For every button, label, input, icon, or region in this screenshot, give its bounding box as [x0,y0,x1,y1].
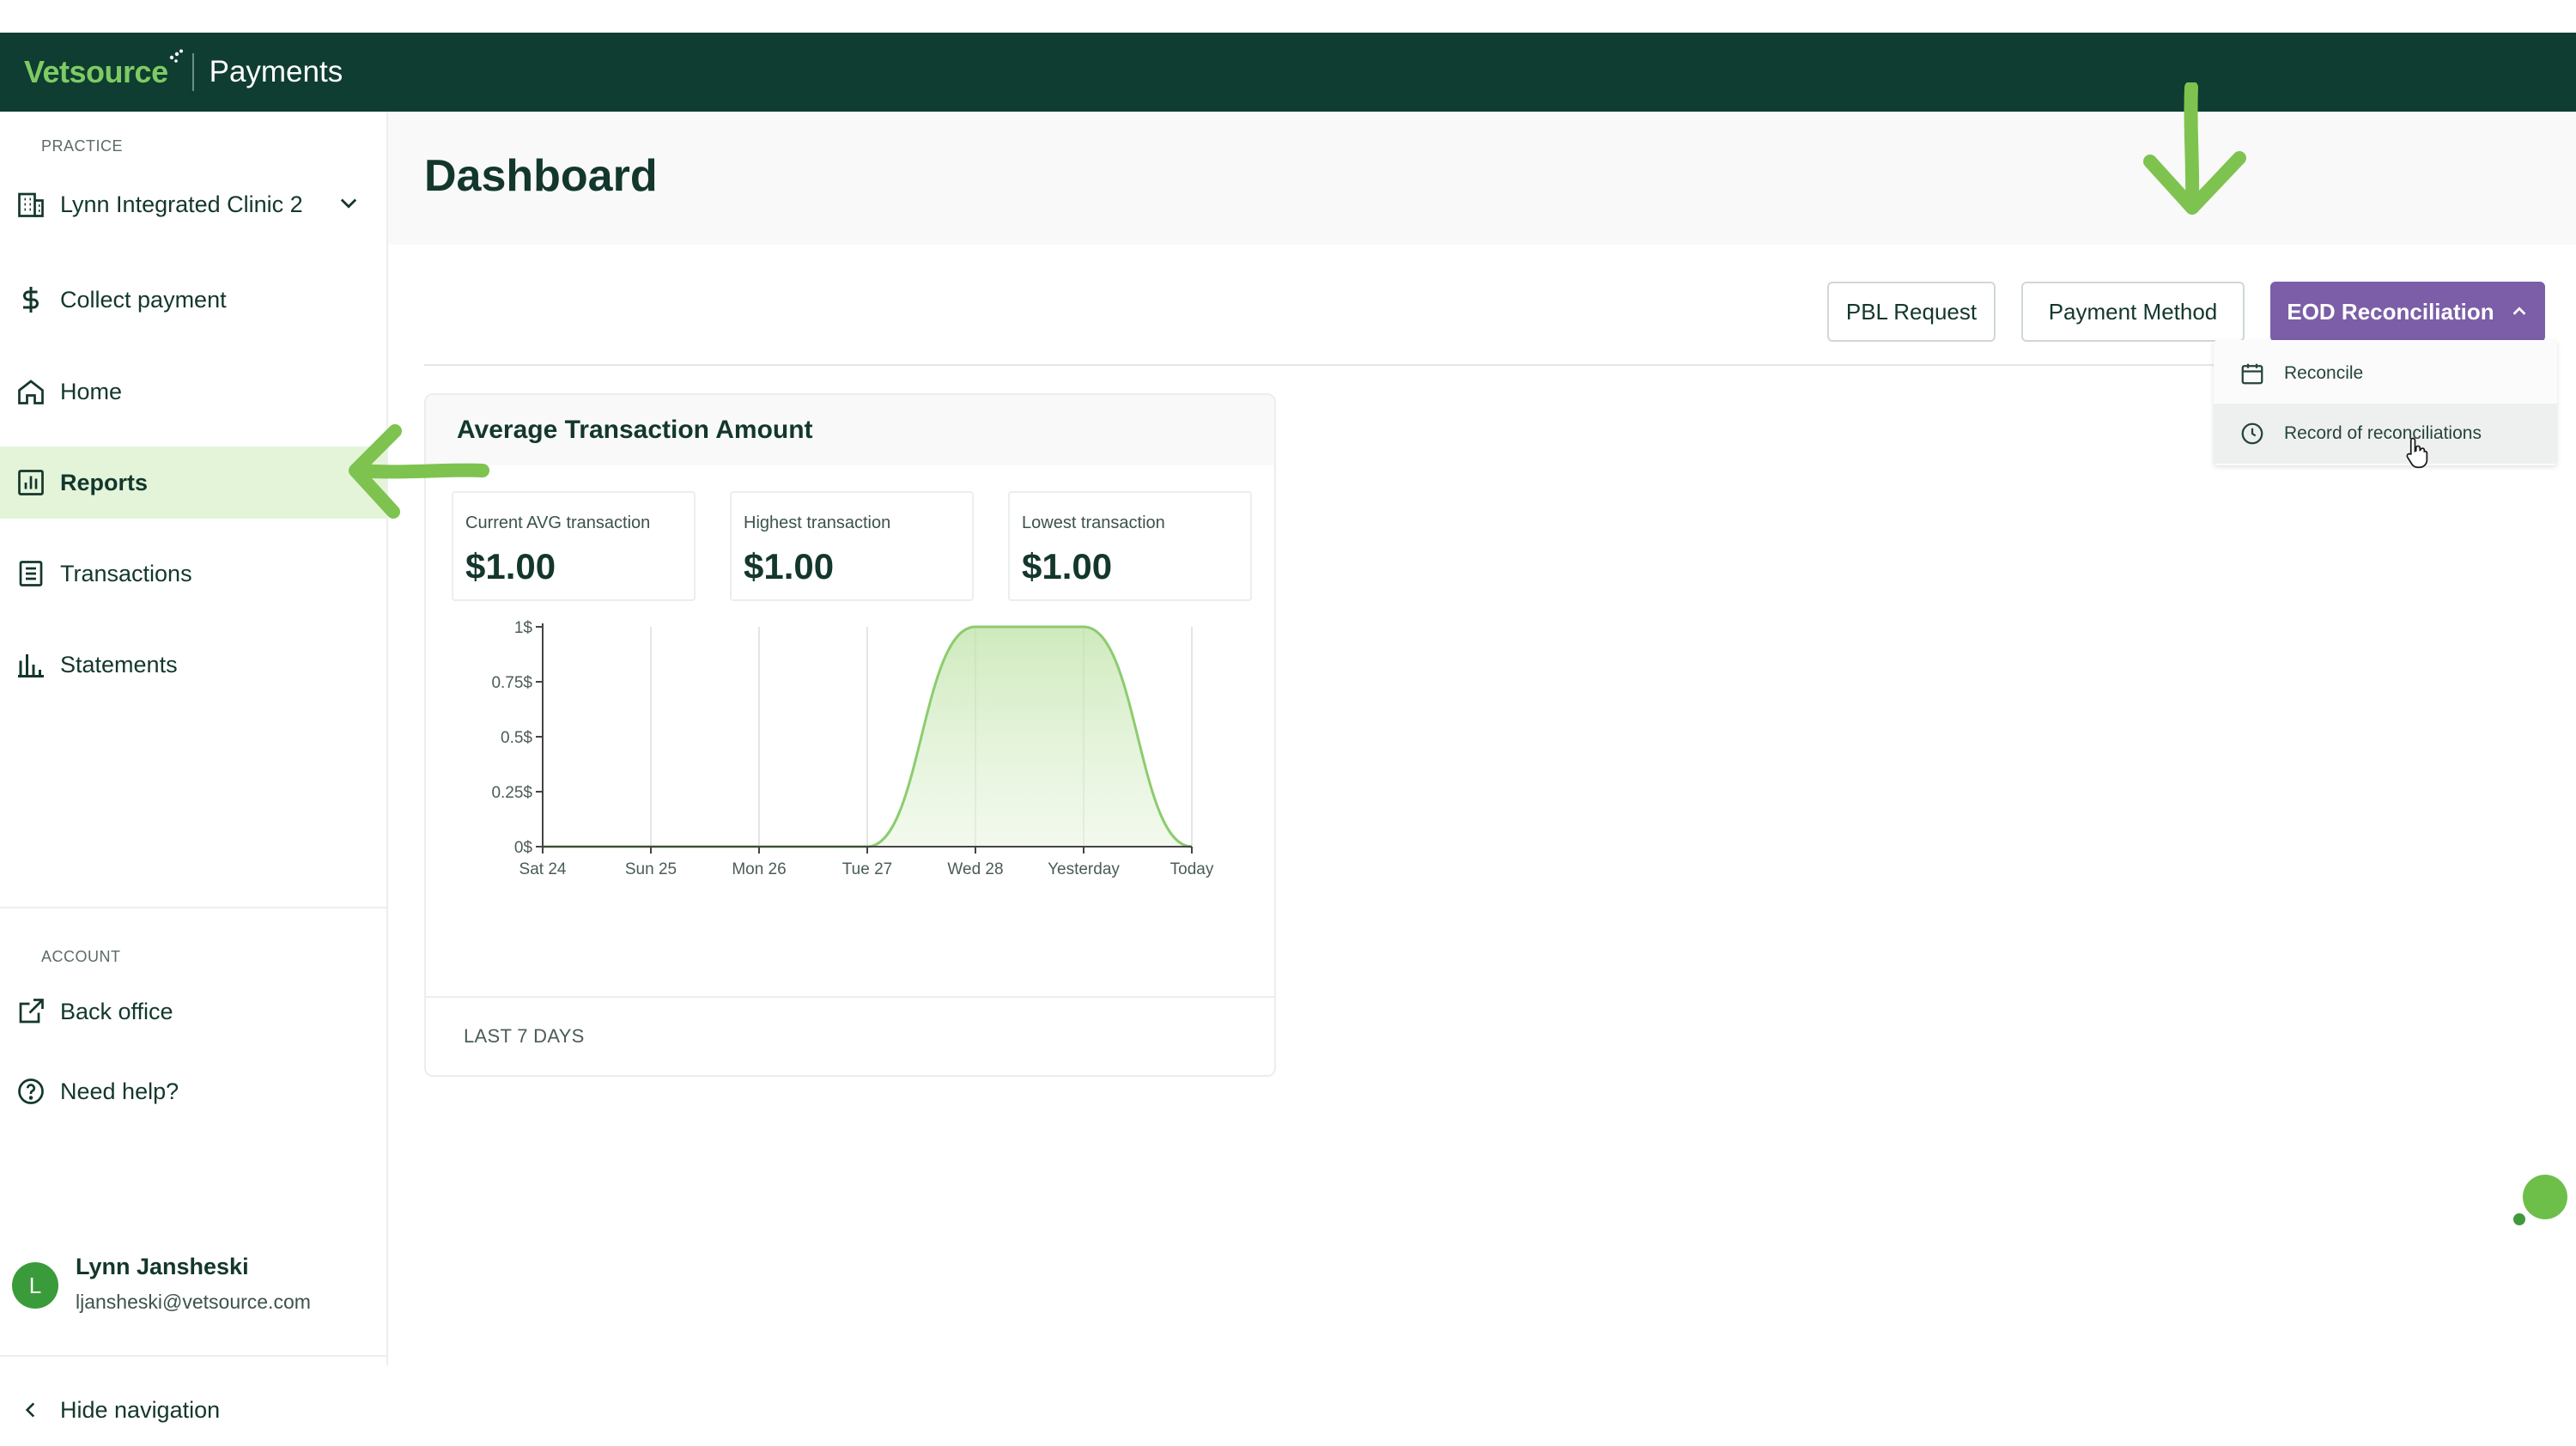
stat-highest: Highest transaction $1.00 [730,491,974,601]
sidebar-item-label: Need help? [60,1078,179,1104]
stat-label: Lowest transaction [1022,513,1165,532]
stat-value: $1.00 [744,546,835,586]
payment-method-button[interactable]: Payment Method [2021,282,2245,342]
avatar: L [12,1262,58,1309]
average-transaction-card: Average Transaction Amount Current AVG t… [424,393,1276,1077]
sidebar-item-need-help[interactable]: Need help? [0,1055,386,1127]
annotation-arrow-left-icon [349,424,489,519]
hand-cursor-icon [2406,437,2428,469]
user-email: ljansheski@vetsource.com [76,1291,311,1313]
user-profile[interactable]: L Lynn Jansheski ljansheski@vetsource.co… [12,1254,311,1314]
stat-lowest: Lowest transaction $1.00 [1008,491,1252,601]
building-icon [14,187,48,222]
sidebar-item-label: Collect payment [60,286,227,313]
sidebar-item-home[interactable]: Home [0,355,386,428]
menu-item-reconcile[interactable]: Reconcile [2214,343,2557,404]
stat-value: $1.00 [465,546,556,586]
hide-navigation-button[interactable]: Hide navigation [0,1374,386,1446]
y-tick-label: 0$ [514,839,533,857]
sidebar: PRACTICE Lynn Integrated Clinic 2 Collec… [0,112,388,1423]
practice-name: Lynn Integrated Clinic 2 [60,191,303,217]
practice-selector[interactable]: Lynn Integrated Clinic 2 [0,168,386,240]
transaction-chart: 0$ 0.25$ 0.5$ 0.75$ 1$ Sat 24 Sun 25 Mon 26 Tue … [426,610,1274,902]
brand-name: Vetsource [24,54,168,89]
receipt-icon [14,556,48,591]
eod-reconciliation-button[interactable]: EOD Reconciliation [2270,282,2545,342]
card-title: Average Transaction Amount [457,416,813,444]
stat-value: $1.00 [1022,546,1113,586]
sidebar-item-transactions[interactable]: Transactions [0,538,386,610]
sidebar-item-back-office[interactable]: Back office [0,975,386,1048]
sidebar-bottom-divider [0,1355,386,1357]
card-header: Average Transaction Amount [426,395,1274,465]
card-footer-period: LAST 7 DAYS [464,1025,585,1047]
x-tick-label: Today [1170,860,1214,878]
eod-reconciliation-label: EOD Reconciliation [2287,298,2494,325]
vetsource-logo: Vetsource [24,49,183,90]
stat-label: Highest transaction [744,513,891,532]
logo-dots-icon [169,49,183,63]
chat-bubble-icon[interactable] [2512,1173,2567,1228]
sidebar-item-label: Transactions [60,560,192,586]
statements-icon [14,647,48,682]
chevron-left-icon [14,1393,48,1427]
chevron-up-icon [2512,307,2526,315]
card-footer-divider [426,996,1274,998]
sidebar-item-label: Reports [60,469,149,495]
y-tick-label: 0.5$ [501,729,532,747]
y-tick-label: 0.75$ [491,674,532,692]
account-section-label: ACCOUNT [41,948,121,965]
x-tick-label: Yesterday [1048,860,1120,878]
sidebar-item-label: Statements [60,651,178,677]
chart-svg: 0$ 0.25$ 0.5$ 0.75$ 1$ Sat 24 Sun 25 Mon 26 Tue … [491,619,1214,878]
x-tick-label: Tue 27 [842,860,892,878]
hide-navigation-label: Hide navigation [60,1396,221,1423]
x-tick-label: Sat 24 [519,860,567,878]
product-name: Payments [209,55,343,88]
practice-section-label: PRACTICE [41,137,124,155]
page-title: Dashboard [424,151,658,201]
menu-item-label: Reconcile [2284,363,2364,383]
sidebar-item-statements[interactable]: Statements [0,629,386,701]
sidebar-divider [0,907,386,908]
y-tick-label: 0.25$ [491,784,532,802]
x-tick-label: Sun 25 [625,860,677,878]
y-tick-label: 1$ [514,619,533,637]
brand[interactable]: Vetsource Payments [24,49,343,91]
sidebar-item-reports[interactable]: Reports [0,447,386,519]
calendar-icon [2241,363,2263,385]
brand-separator [191,53,194,91]
pbl-request-button[interactable]: PBL Request [1827,282,1996,342]
sidebar-item-label: Home [60,378,123,404]
help-icon [14,1074,48,1109]
x-tick-label: Mon 26 [732,860,786,878]
dollar-icon [14,283,48,317]
clock-icon [2241,422,2263,445]
eod-reconciliation-menu: Reconcile Record of reconciliations [2214,340,2557,465]
external-link-icon [14,994,48,1029]
sidebar-item-label: Back office [60,998,173,1024]
menu-item-label: Record of reconciliations [2284,423,2482,443]
x-tick-label: Wed 28 [947,860,1003,878]
user-name: Lynn Jansheski [76,1254,249,1279]
chevron-down-icon[interactable] [337,191,361,215]
stat-label: Current AVG transaction [465,513,651,532]
menu-item-record-of-reconciliations[interactable]: Record of reconciliations [2214,404,2557,464]
home-icon [14,374,48,409]
annotation-arrow-down-icon [2143,82,2246,215]
sidebar-item-collect-payment[interactable]: Collect payment [0,264,386,336]
bar-chart-icon [14,465,48,500]
